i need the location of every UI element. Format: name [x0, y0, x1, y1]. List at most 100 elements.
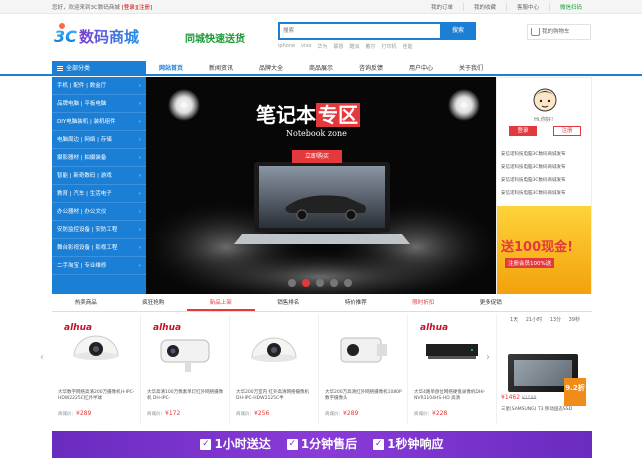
service-banner[interactable]: ✓ 1小时送达 ✓ 1分钟售后 ✓ 1秒钟响应	[52, 431, 592, 458]
hot-keyword[interactable]: iphone	[278, 43, 295, 50]
carousel-dot[interactable]	[288, 279, 296, 287]
category-item[interactable]: 二手淘宝 | 专业维修	[52, 257, 146, 275]
product-name[interactable]: 大华200万室内 红外高清网络摄像机 DH-IPC-HDW2125C半	[236, 390, 316, 402]
search-button[interactable]: 搜索	[440, 22, 476, 40]
product-name[interactable]: 大华200万高清红外网络摄像机1080P数字摄像头	[325, 390, 405, 402]
tab-flash[interactable]: 疯狂抢购	[120, 296, 188, 311]
hot-keyword[interactable]: 戴尔	[365, 43, 375, 50]
hot-keyword[interactable]: 酷派	[349, 43, 359, 50]
next-arrow-icon[interactable]: ›	[486, 352, 490, 363]
hot-keyword[interactable]: 华为	[317, 43, 327, 50]
wechat-link[interactable]: 微信扫码	[548, 3, 592, 11]
nav-item-news[interactable]: 新闻资讯	[196, 61, 246, 76]
spotlight-icon	[168, 89, 200, 121]
nav-item-brands[interactable]: 品牌大全	[246, 61, 296, 76]
countdown-seconds: 39秒	[568, 317, 580, 323]
product-tabs: 热卖商品 疯狂抢购 新品上架 销售排名 特价推荐 限时折扣 更多促销	[52, 296, 592, 312]
product-card[interactable]: alhua 大华数字网络高清200万摄像机H-IPC-HDW2225C红外半球 …	[52, 314, 141, 424]
countdown-minutes: 13分	[549, 317, 562, 323]
nav-item-products[interactable]: 商品展示	[296, 61, 346, 76]
news-item[interactable]: 安信诺科技电脑3C数码商城发布	[501, 148, 591, 161]
product-name[interactable]: 大华高清100万像素单灯红外网络摄像机 DH-IPC-	[147, 390, 227, 402]
banner-subtitle: Notebook zone	[286, 129, 347, 138]
product-list: alhua 大华数字网络高清200万摄像机H-IPC-HDW2225C红外半球 …	[52, 314, 498, 424]
site-logo[interactable]: 3C 数码商城	[52, 20, 174, 52]
all-categories-button[interactable]: 全部分类	[52, 61, 146, 76]
nav-item-user-center[interactable]: 用户中心	[396, 61, 446, 76]
tab-ranking[interactable]: 销售排名	[255, 296, 323, 311]
tab-special[interactable]: 特价推荐	[322, 296, 390, 311]
tab-hot[interactable]: 热卖商品	[52, 296, 120, 311]
product-image: alhua	[153, 323, 210, 372]
panel-register-button[interactable]: 注册	[553, 126, 581, 136]
user-panel: Hi,你好！ 登录 注册 安信诺科技电脑3C数码商城发布 安信诺科技电脑3C数码…	[496, 77, 592, 294]
greeting: Hi,你好！	[534, 117, 556, 123]
welcome-text: 您好，欢迎来到3C数码商城 [登录][注册]	[52, 3, 152, 11]
category-item[interactable]: 安防监控设备 | 安防工程	[52, 221, 146, 239]
service-center-link[interactable]: 客服中心	[505, 3, 549, 11]
service-item: ✓ 1秒钟响应	[373, 437, 444, 451]
news-item[interactable]: 安信诺科技电脑3C数码商城发布	[501, 174, 591, 187]
carousel-dot[interactable]	[344, 279, 352, 287]
news-list: 安信诺科技电脑3C数码商城发布 安信诺科技电脑3C数码商城发布 安信诺科技电脑3…	[501, 148, 591, 200]
carousel-dot[interactable]	[316, 279, 324, 287]
carousel-dot[interactable]	[302, 279, 310, 287]
nav-item-feedback[interactable]: 咨询反馈	[346, 61, 396, 76]
category-item[interactable]: 办公器材 | 办公文仪	[52, 203, 146, 221]
avatar	[533, 88, 557, 112]
svg-text:alhua: alhua	[420, 323, 448, 333]
hot-keyword[interactable]: 联想	[333, 43, 343, 50]
tab-new[interactable]: 新品上架	[187, 296, 255, 311]
carousel-dot[interactable]	[330, 279, 338, 287]
deal-name[interactable]: 三星(SAMSUNG) T3 移动固态SSD	[501, 406, 572, 412]
product-card[interactable]: alhua 大华4路单盘位网络硬盘录像机DHI-NVR1104HS-HD 高清 …	[408, 314, 497, 424]
category-item[interactable]: 教育 | 汽车 | 生活电子	[52, 185, 146, 203]
hero-banner[interactable]: 笔记本 专区 Notebook zone 立即购买	[146, 77, 496, 294]
search-input[interactable]	[280, 24, 440, 38]
category-item[interactable]: 智能 | 新奇数码 | 游戏	[52, 167, 146, 185]
product-card[interactable]: alhua 大华高清100万像素单灯红外网络摄像机 DH-IPC- 商城价：¥1…	[141, 314, 230, 424]
news-item[interactable]: 安信诺科技电脑3C数码商城发布	[501, 187, 591, 200]
svg-text:3C: 3C	[54, 27, 77, 46]
nav-item-home[interactable]: 网站首页	[146, 61, 196, 76]
more-promo-link[interactable]: 更多促销	[457, 296, 525, 311]
product-name[interactable]: 大华4路单盘位网络硬盘录像机DHI-NVR1104HS-HD 高清	[414, 390, 494, 402]
product-name[interactable]: 大华数字网络高清200万摄像机H-IPC-HDW2225C红外半球	[58, 390, 138, 402]
flash-sale[interactable]: 1天 21小时 13分 39秒 9.2折 ¥1462 ¥1599 三星(SAMS…	[498, 314, 592, 424]
category-item[interactable]: DIY电脑装机 | 装机组件	[52, 113, 146, 131]
buy-now-button[interactable]: 立即购买	[292, 150, 342, 163]
category-item[interactable]: 摄影器材 | 拍摄装备	[52, 149, 146, 167]
product-card[interactable]: 大华200万高清红外网络摄像机1080P数字摄像头 商城价：¥289	[319, 314, 408, 424]
promo-banner[interactable]: 送100现金! 注册会员100%送	[497, 206, 591, 294]
nav-item-about[interactable]: 关于我们	[446, 61, 496, 76]
panel-login-button[interactable]: 登录	[509, 126, 537, 136]
countdown-hours: 21小时	[525, 317, 543, 323]
hot-keywords: iphone vivo 华为 联想 酷派 戴尔 打印机 佳能	[278, 43, 413, 50]
service-item: ✓ 1分钟售后	[286, 437, 358, 451]
top-bar: 您好，欢迎来到3C数码商城 [登录][注册] 我的订单 我的收藏 客服中心 微信…	[0, 0, 642, 14]
product-price: 商城价：¥172	[147, 410, 181, 417]
banner-title-a: 笔记本	[256, 103, 316, 127]
product-card[interactable]: 大华200万室内 红外高清网络摄像机 DH-IPC-HDW2125C半 商城价：…	[230, 314, 319, 424]
promo-big: 送100现金!	[501, 240, 574, 255]
hot-keyword[interactable]: vivo	[301, 43, 311, 50]
register-link[interactable]: [注册]	[137, 5, 152, 11]
tab-limited[interactable]: 限时折扣	[390, 296, 458, 311]
category-item[interactable]: 电脑周边 | 网络 | 存储	[52, 131, 146, 149]
spotlight-icon	[448, 89, 480, 121]
hot-keyword[interactable]: 佳能	[403, 43, 413, 50]
hot-keyword[interactable]: 打印机	[381, 43, 396, 50]
product-price: 商城价：¥256	[236, 410, 270, 417]
category-item[interactable]: 手机 | 配件 | 数金厅	[52, 77, 146, 95]
countdown: 1天 21小时 13分 39秒	[498, 314, 592, 326]
prev-arrow-icon[interactable]: ‹	[40, 352, 44, 363]
category-item[interactable]: 品牌电脑 | 平板电脑	[52, 95, 146, 113]
my-orders-link[interactable]: 我的订单	[421, 3, 463, 11]
news-item[interactable]: 安信诺科技电脑3C数码商城发布	[501, 161, 591, 174]
deal-price: ¥1462 ¥1599	[501, 394, 537, 401]
cart-button[interactable]: 我的购物车	[527, 24, 591, 40]
my-favorites-link[interactable]: 我的收藏	[462, 3, 506, 11]
login-link[interactable]: [登录]	[122, 5, 137, 11]
category-menu: 手机 | 配件 | 数金厅 品牌电脑 | 平板电脑 DIY电脑装机 | 装机组件…	[52, 77, 146, 294]
category-item[interactable]: 舞台影视设备 | 影视工程	[52, 239, 146, 257]
